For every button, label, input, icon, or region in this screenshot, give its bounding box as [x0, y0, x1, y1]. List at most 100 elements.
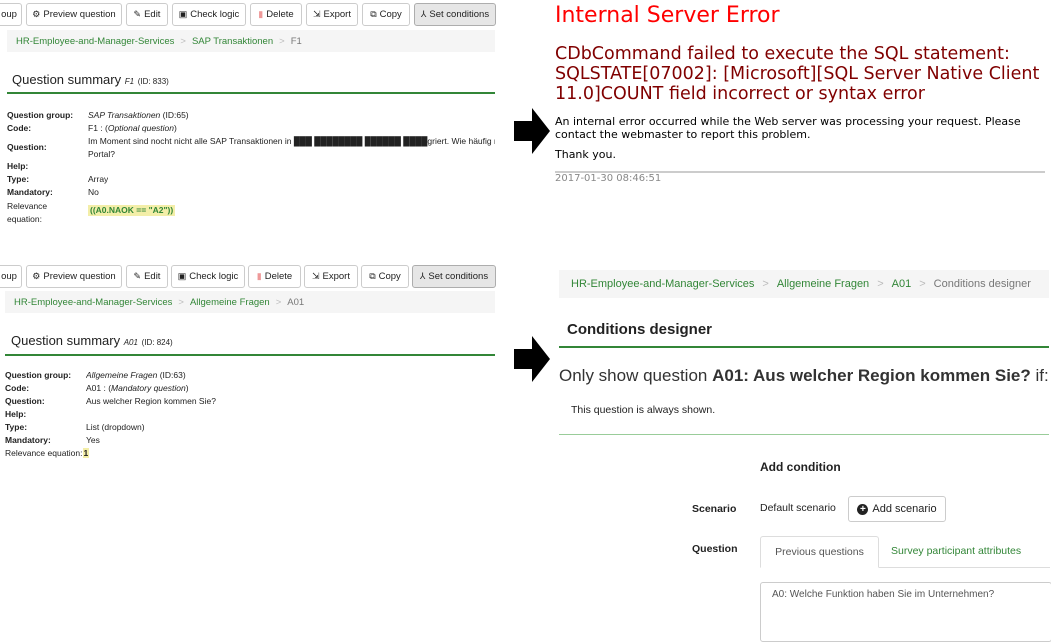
check-logic-icon: ▣ — [178, 9, 188, 19]
set-conditions-label: Set conditions — [429, 9, 490, 20]
breadcrumb-survey[interactable]: HR-Employee-and-Manager-Services — [14, 297, 172, 308]
breadcrumb-group[interactable]: SAP Transaktionen — [192, 36, 273, 47]
error-message: CDbCommand failed to execute the SQL sta… — [555, 44, 1040, 104]
preview-label: Preview question — [43, 9, 116, 20]
fork-icon: ⅄ — [420, 9, 427, 19]
divider — [559, 346, 1049, 348]
group-button[interactable]: oup — [0, 3, 22, 26]
page-title: Question summary A01 (ID: 824) — [11, 333, 173, 348]
delete-label: Delete — [266, 9, 294, 20]
breadcrumb: HR-Employee-and-Manager-Services > SAP Tr… — [7, 30, 495, 52]
breadcrumb-group[interactable]: Allgemeine Fragen — [777, 278, 869, 290]
copy-icon: ⧉ — [369, 271, 376, 281]
breadcrumb-group[interactable]: Allgemeine Fragen — [190, 297, 270, 308]
tab-survey-participant-attributes[interactable]: Survey participant attributes — [891, 545, 1021, 557]
summary-row: Relevance equation: 1 — [5, 448, 90, 458]
summary-row: Mandatory: Yes — [5, 435, 100, 445]
error-timestamp: 2017-01-30 08:46:51 — [555, 173, 662, 184]
condition-heading: Only show question A01: Aus welcher Regi… — [559, 366, 1049, 385]
summary-row: Relevance equation: ((A0.NAOK == "A2")) — [7, 201, 176, 224]
breadcrumb-current: Conditions designer — [933, 278, 1031, 290]
check-logic-icon: ▣ — [177, 271, 187, 281]
divider — [5, 354, 495, 356]
breadcrumb-survey[interactable]: HR-Employee-and-Manager-Services — [571, 278, 754, 290]
set-conditions-label: Set conditions — [428, 271, 489, 282]
edit-label: Edit — [144, 9, 161, 20]
add-condition-heading: Add condition — [760, 460, 841, 474]
summary-row: Question: Im Moment sind nocht nicht alle… — [7, 136, 495, 159]
breadcrumb-question: A01 — [287, 296, 305, 308]
check-logic-button[interactable]: ▣ Check logic — [171, 265, 245, 288]
set-conditions-button[interactable]: ⅄ Set conditions — [414, 3, 496, 26]
error-thanks: Thank you. — [555, 148, 616, 161]
check-label: Check logic — [189, 271, 239, 282]
check-label: Check logic — [190, 9, 240, 20]
group-button[interactable]: oup — [0, 265, 22, 288]
export-button[interactable]: ⇲ Export — [306, 3, 358, 26]
always-shown-text: This question is always shown. — [571, 404, 716, 416]
question-option[interactable]: A0: Welche Funktion haben Sie im Unterne… — [772, 589, 1040, 600]
summary-row: Code: F1 : (Optional question) — [7, 123, 177, 133]
gear-icon: ⚙ — [32, 271, 41, 281]
tab-previous-questions[interactable]: Previous questions — [760, 536, 879, 568]
export-icon: ⇲ — [311, 271, 320, 281]
breadcrumb-survey[interactable]: HR-Employee-and-Manager-Services — [16, 36, 174, 47]
divider — [559, 434, 1049, 435]
question-label: Question — [692, 543, 738, 555]
fork-icon: ⅄ — [419, 271, 426, 281]
summary-row: Type: List (dropdown) — [5, 422, 145, 432]
trash-icon: ▮ — [258, 9, 264, 19]
edit-label: Edit — [144, 271, 161, 282]
check-logic-button[interactable]: ▣ Check logic — [172, 3, 246, 26]
set-conditions-button[interactable]: ⅄ Set conditions — [412, 265, 496, 288]
scenario-value: Default scenario — [760, 502, 836, 514]
gear-icon: ⚙ — [32, 9, 41, 19]
page-title: Conditions designer — [567, 321, 713, 338]
edit-button[interactable]: ✎ Edit — [126, 265, 168, 288]
export-label: Export — [322, 271, 350, 282]
group-label: oup — [1, 9, 17, 20]
relevance-equation: 1 — [82, 448, 90, 458]
copy-button[interactable]: ⧉ Copy — [361, 265, 409, 288]
pencil-icon: ✎ — [133, 271, 142, 281]
breadcrumb: HR-Employee-and-Manager-Services > Allgem… — [5, 291, 495, 313]
preview-question-button[interactable]: ⚙ Preview question — [26, 3, 122, 26]
summary-row: Code: A01 : (Mandatory question) — [5, 383, 189, 393]
preview-label: Preview question — [43, 271, 116, 282]
breadcrumb-question[interactable]: A01 — [892, 278, 912, 290]
copy-label: Copy — [378, 271, 401, 282]
summary-row: Type: Array — [7, 174, 109, 184]
right-arrow-icon — [514, 336, 550, 382]
pencil-icon: ✎ — [133, 9, 142, 19]
question-toolbar-2: oup ⚙ Preview question ✎ Edit ▣ Check logic… — [0, 265, 496, 289]
copy-label: Copy — [379, 9, 402, 20]
question-select-list[interactable]: A0: Welche Funktion haben Sie im Unterne… — [760, 582, 1051, 642]
export-icon: ⇲ — [312, 9, 321, 19]
summary-row: Help: — [7, 161, 29, 171]
summary-row: Question: Aus welcher Region kommen Sie? — [5, 396, 216, 406]
relevance-equation: ((A0.NAOK == "A2")) — [88, 205, 176, 216]
plus-circle-icon: + — [857, 503, 869, 515]
delete-label: Delete — [264, 271, 293, 282]
edit-button[interactable]: ✎ Edit — [126, 3, 168, 26]
summary-row: Help: — [5, 409, 27, 419]
trash-icon: ▮ — [256, 271, 262, 281]
error-body: An internal error occurred while the Web… — [555, 115, 1021, 141]
breadcrumb: HR-Employee-and-Manager-Services > Allgem… — [559, 270, 1049, 298]
error-title: Internal Server Error — [555, 3, 780, 28]
divider — [7, 92, 495, 94]
group-label: oup — [1, 271, 17, 282]
delete-button[interactable]: ▮ Delete — [248, 265, 301, 288]
summary-row: Mandatory: No — [7, 187, 99, 197]
copy-icon: ⧉ — [370, 9, 377, 19]
right-arrow-icon — [514, 108, 550, 154]
export-button[interactable]: ⇲ Export — [304, 265, 358, 288]
summary-row: Question group: SAP Transaktionen (ID:65) — [7, 110, 189, 120]
export-label: Export — [323, 9, 351, 20]
preview-question-button[interactable]: ⚙ Preview question — [26, 265, 122, 288]
copy-button[interactable]: ⧉ Copy — [362, 3, 410, 26]
page-title: Question summary F1 (ID: 833) — [12, 72, 169, 87]
delete-button[interactable]: ▮ Delete — [250, 3, 302, 26]
add-scenario-button[interactable]: + Add scenario — [848, 496, 946, 522]
summary-row: Question group: Allgemeine Fragen (ID:63) — [5, 370, 186, 380]
